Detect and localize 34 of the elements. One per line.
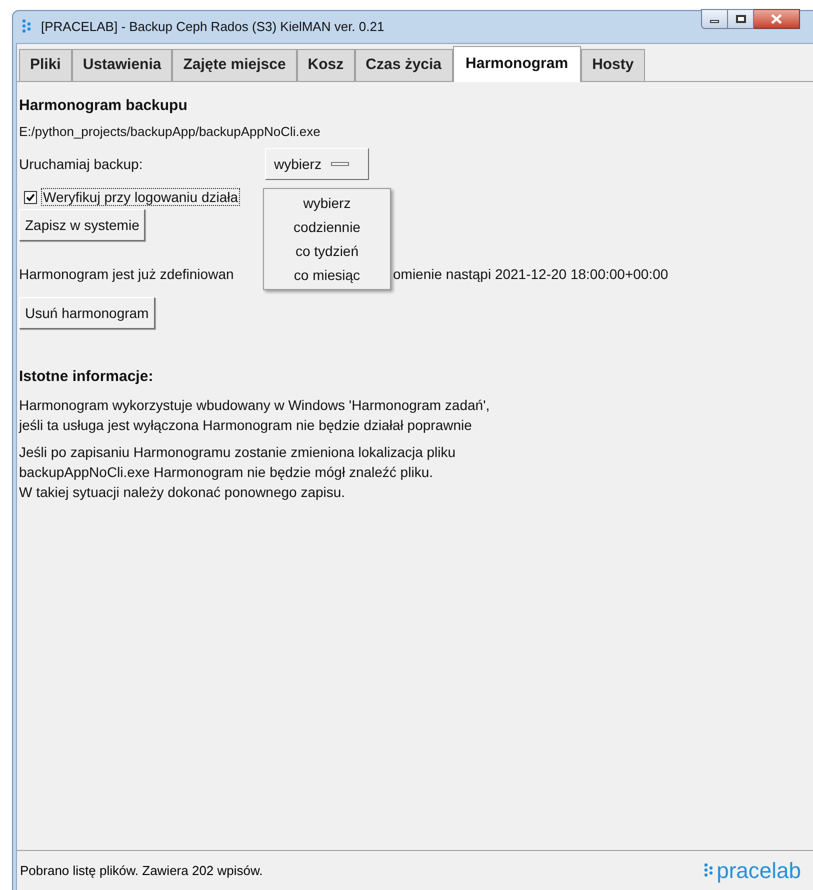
tab[interactable]: Czas życia <box>354 49 453 81</box>
logo-dots-icon <box>704 862 714 880</box>
info-paragraph: Jeśli po zapisaniu Harmonogramu zostanie zmieniona lokalizacja pliku backupAppNoCli.exe Harmonogram nie będzie mógł znaleźć pliku. W takiej sytuacji należy dokonać ponownego zapisu. <box>19 443 457 502</box>
dropdown-option[interactable]: wybierz <box>264 191 390 215</box>
window-title: [PRACELAB] - Backup Ceph Rados (S3) KielMAN ver. 0.21 <box>41 18 384 36</box>
dropdown-indicator-icon <box>331 162 350 166</box>
close-icon <box>771 14 782 24</box>
status-bar-text: Pobrano listę plików. Zawiera 202 wpisów. <box>20 862 263 880</box>
tab[interactable]: Harmonogram <box>452 46 582 82</box>
dropdown-option[interactable]: codziennie <box>264 215 390 239</box>
exe-path: E:/python_projects/backupApp/backupAppNoCli.exe <box>19 123 322 141</box>
tab[interactable]: Zajęte miejsce <box>172 49 297 81</box>
minimize-button[interactable] <box>701 9 728 29</box>
verify-label: Weryfikuj przy logowaniu działa <box>41 188 240 206</box>
delete-button[interactable]: Usuń harmonogram <box>19 297 155 329</box>
schedule-dropdown[interactable]: wybierz <box>265 148 369 180</box>
verify-checkbox[interactable] <box>24 190 37 204</box>
status-message: omienie nastąpi 2021-12-20 18:00:00+00:00 <box>393 264 668 284</box>
dropdown-option[interactable]: co tydzień <box>264 239 390 263</box>
info-title: Istotne informacje: <box>19 367 154 387</box>
section-title: Harmonogram backupu <box>19 96 188 116</box>
info-paragraph: Harmonogram wykorzystuje wbudowany w Windows 'Harmonogram zadań', jeśli ta usługa jest wyłączona Harmonogram nie będzie działał poprawnie <box>19 396 491 435</box>
close-button[interactable] <box>754 9 800 29</box>
tab[interactable]: Ustawienia <box>72 49 172 81</box>
maximize-button[interactable] <box>728 9 754 29</box>
dropdown-option[interactable]: co miesiąc <box>264 263 390 287</box>
checkmark-icon <box>26 192 35 202</box>
tab[interactable]: Kosz <box>296 49 355 81</box>
save-button[interactable]: Zapisz w systemie <box>19 209 146 241</box>
tab[interactable]: Hosty <box>581 49 645 81</box>
logo-text: pracelab <box>716 858 801 882</box>
schedule-label: Uruchamiaj backup: <box>19 154 144 174</box>
status-message: Harmonogram jest już zdefiniowan <box>19 264 235 284</box>
tab[interactable]: Pliki <box>19 49 72 81</box>
